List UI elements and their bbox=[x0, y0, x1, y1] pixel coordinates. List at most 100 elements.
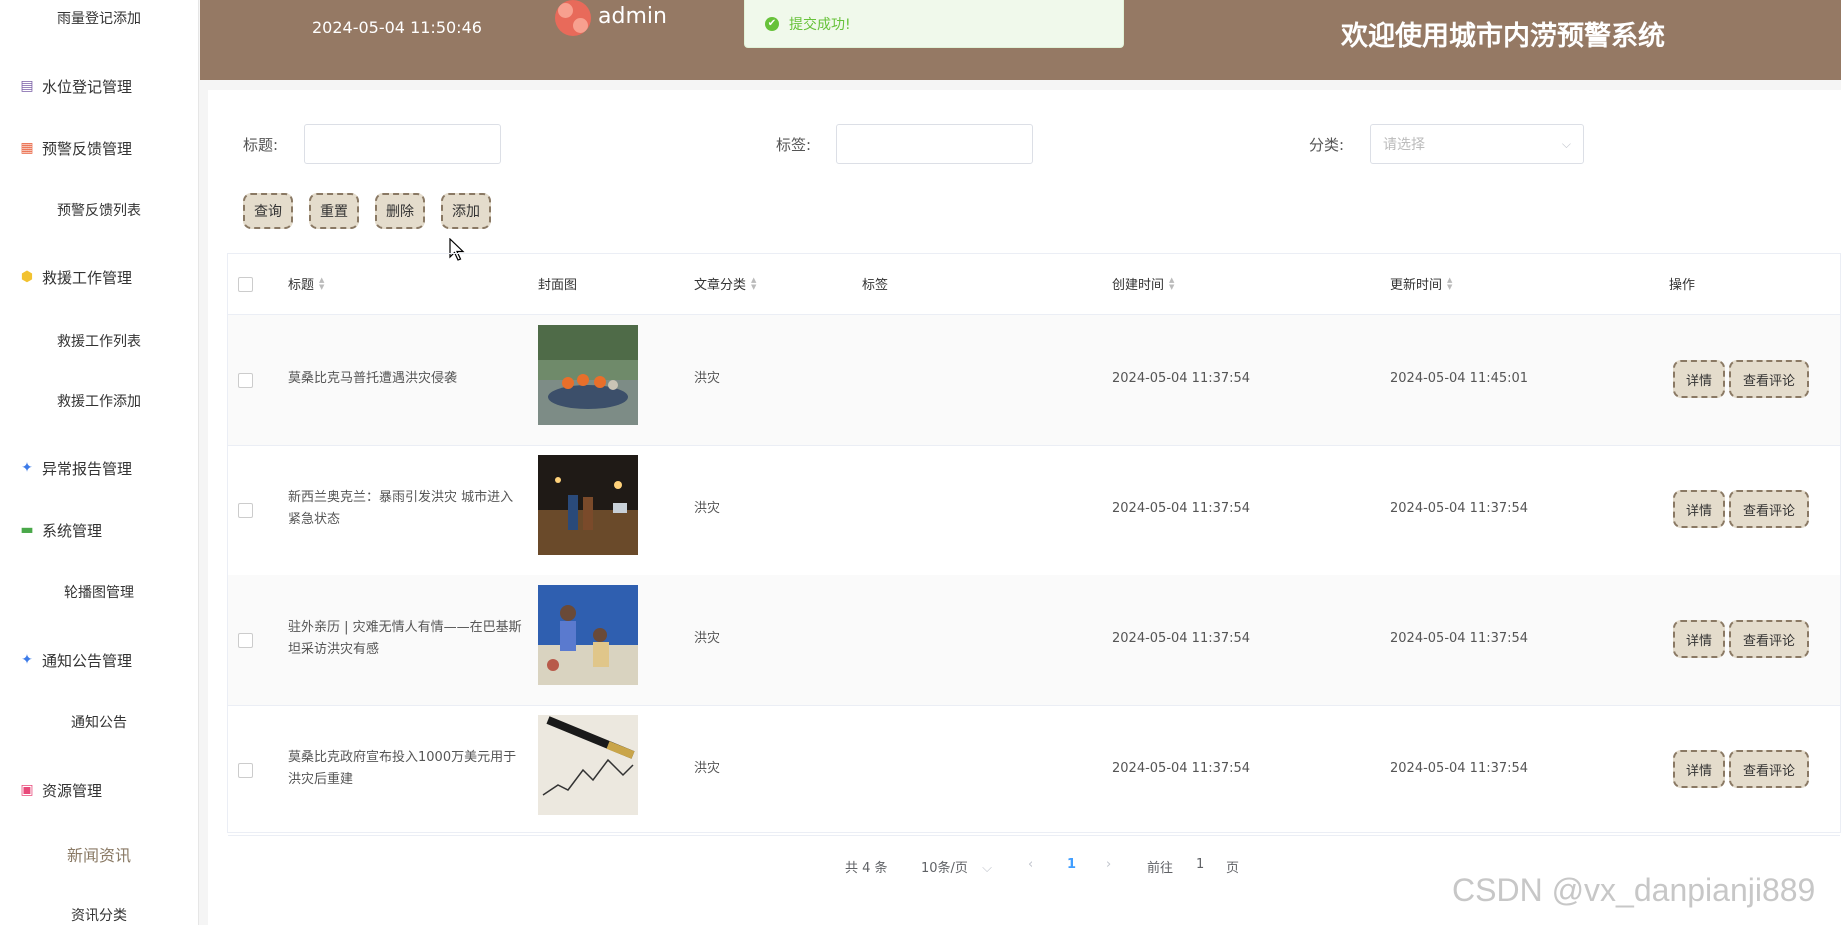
grid-icon: ▦ bbox=[20, 140, 34, 156]
tag-filter-input[interactable] bbox=[836, 124, 1033, 164]
select-all-checkbox[interactable] bbox=[238, 277, 253, 292]
detail-button[interactable]: 详情 bbox=[1673, 620, 1725, 658]
sidebar-item-label: 资源管理 bbox=[42, 781, 103, 800]
sidebar-item[interactable]: 雨量登记添加 bbox=[0, 3, 198, 33]
view-comments-button[interactable]: 查看评论 bbox=[1729, 620, 1809, 658]
table-row: 新西兰奥克兰：暴雨引发洪灾 城市进入紧急状态 洪灾 2024-05-04 11:37… bbox=[228, 445, 1840, 576]
column-title-label: 标题 bbox=[288, 278, 315, 293]
row-title: 新西兰奥克兰：暴雨引发洪灾 城市进入紧急状态 bbox=[288, 490, 514, 527]
check-circle-icon: ✔ bbox=[765, 16, 779, 31]
column-tags-label: 标签 bbox=[862, 278, 889, 293]
header-datetime: 2024-05-04 11:50:46 bbox=[312, 18, 482, 37]
delete-button[interactable]: 删除 bbox=[375, 193, 425, 229]
sidebar-item-label: 救援工作列表 bbox=[57, 334, 141, 350]
sidebar-item-label: 雨量登记添加 bbox=[57, 11, 141, 27]
row-checkbox[interactable] bbox=[238, 633, 253, 648]
sidebar-item-label: 水位登记管理 bbox=[42, 77, 133, 96]
sort-icon[interactable]: ▲ ▼ bbox=[1447, 276, 1452, 291]
sidebar-item-label: 异常报告管理 bbox=[42, 459, 133, 478]
category-filter-label: 分类: bbox=[1309, 136, 1345, 154]
chevron-down-icon: ⌵ bbox=[982, 861, 992, 876]
row-title: 驻外亲历 | 灾难无情人有情——在巴基斯坦采访洪灾有感 bbox=[288, 620, 522, 657]
view-comments-button[interactable]: 查看评论 bbox=[1729, 360, 1809, 398]
column-actions-label: 操作 bbox=[1669, 278, 1696, 293]
site-title: 欢迎使用城市内涝预警系统 bbox=[1341, 21, 1665, 52]
sidebar-item[interactable]: ▦ 预警反馈管理 bbox=[0, 133, 198, 163]
cover-image bbox=[538, 585, 638, 685]
sort-icon[interactable]: ▲ ▼ bbox=[319, 276, 324, 291]
view-comments-button[interactable]: 查看评论 bbox=[1729, 750, 1809, 788]
detail-button[interactable]: 详情 bbox=[1673, 750, 1725, 788]
category-select[interactable]: 请选择 ⌵ bbox=[1370, 124, 1584, 164]
title-filter-input[interactable] bbox=[304, 124, 501, 164]
star-icon: ✦ bbox=[21, 652, 33, 668]
sidebar-item[interactable]: 预警反馈列表 bbox=[0, 195, 198, 225]
add-button[interactable]: 添加 bbox=[441, 193, 491, 229]
sidebar-item[interactable]: ▣ 资源管理 bbox=[0, 775, 198, 805]
row-checkbox[interactable] bbox=[238, 763, 253, 778]
sidebar-item[interactable]: 救援工作列表 bbox=[0, 326, 198, 356]
column-cover-label: 封面图 bbox=[538, 278, 578, 293]
news-table: 标题 ▲ ▼ 封面图 文章分类 ▲ ▼ 标签 创建时间 ▲ ▼ 更新时间 ▲ ▼ 操作 莫桑比克… bbox=[227, 253, 1841, 836]
sort-icon[interactable]: ▲ ▼ bbox=[1169, 276, 1174, 291]
row-updated: 2024-05-04 11:37:54 bbox=[1390, 631, 1529, 646]
column-created[interactable]: 创建时间 ▲ ▼ bbox=[1112, 274, 1174, 293]
sidebar-item[interactable]: 通知公告 bbox=[0, 707, 198, 737]
sidebar-item[interactable]: 资讯分类 bbox=[0, 900, 198, 925]
row-created: 2024-05-04 11:37:54 bbox=[1112, 371, 1251, 386]
query-button[interactable]: 查询 bbox=[243, 193, 293, 229]
table-row: 莫桑比克政府宣布投入1000万美元用于洪灾后重建 洪灾 2024-05-04 11:… bbox=[228, 705, 1840, 836]
column-updated-label: 更新时间 bbox=[1390, 278, 1443, 293]
row-updated: 2024-05-04 11:37:54 bbox=[1390, 501, 1529, 516]
sidebar-item[interactable]: 新闻资讯 bbox=[0, 839, 198, 869]
avatar[interactable] bbox=[555, 0, 591, 36]
sidebar-item[interactable]: 救援工作添加 bbox=[0, 386, 198, 416]
page-number-current[interactable]: 1 bbox=[1067, 857, 1076, 872]
detail-button[interactable]: 详情 bbox=[1673, 490, 1725, 528]
cover-image bbox=[538, 325, 638, 425]
sort-icon[interactable]: ▲ ▼ bbox=[751, 276, 756, 291]
detail-button[interactable]: 详情 bbox=[1673, 360, 1725, 398]
table-row: 莫桑比克马普托遭遇洪灾侵袭 洪灾 2024-05-04 11:37:54 2024-0… bbox=[228, 315, 1840, 446]
column-category-label: 文章分类 bbox=[694, 278, 747, 293]
view-comments-button[interactable]: 查看评论 bbox=[1729, 490, 1809, 528]
column-updated[interactable]: 更新时间 ▲ ▼ bbox=[1390, 274, 1452, 293]
sidebar-item[interactable]: ✦ 通知公告管理 bbox=[0, 645, 198, 675]
message-icon: ▬ bbox=[20, 522, 34, 538]
reset-button[interactable]: 重置 bbox=[309, 193, 359, 229]
sidebar-item[interactable]: ✦ 异常报告管理 bbox=[0, 453, 198, 483]
watermark: CSDN @vx_danpianji889 bbox=[1452, 872, 1816, 908]
sidebar-item[interactable]: ▤ 水位登记管理 bbox=[0, 71, 198, 101]
header-username[interactable]: admin bbox=[598, 4, 667, 29]
cover-image bbox=[538, 455, 638, 555]
next-page-icon[interactable]: › bbox=[1106, 857, 1111, 872]
column-title[interactable]: 标题 ▲ ▼ bbox=[288, 274, 324, 293]
sidebar-item[interactable]: ▬ 系统管理 bbox=[0, 515, 198, 545]
pagination-total: 共 4 条 bbox=[845, 861, 888, 876]
sidebar-item-label: 预警反馈列表 bbox=[57, 203, 141, 219]
sidebar-item[interactable]: ⬢ 救援工作管理 bbox=[0, 262, 198, 292]
sidebar-item-label: 预警反馈管理 bbox=[42, 139, 133, 158]
goto-suffix: 页 bbox=[1226, 861, 1240, 876]
goto-page-input[interactable]: 1 bbox=[1196, 857, 1204, 872]
goto-prefix: 前往 bbox=[1147, 861, 1174, 876]
row-checkbox[interactable] bbox=[238, 503, 253, 518]
sidebar-item[interactable]: 轮播图管理 bbox=[0, 577, 198, 607]
sidebar: 雨量登记添加 ▤ 水位登记管理 ▦ 预警反馈管理预警反馈列表 ⬢ 救援工作管理救援工作列表救… bbox=[0, 0, 199, 925]
column-cover: 封面图 bbox=[538, 274, 577, 293]
column-category[interactable]: 文章分类 ▲ ▼ bbox=[694, 274, 756, 293]
category-select-placeholder: 请选择 bbox=[1383, 137, 1425, 153]
chevron-down-icon: ⌵ bbox=[1561, 136, 1571, 151]
tag-filter-label: 标签: bbox=[776, 136, 812, 154]
row-title: 莫桑比克政府宣布投入1000万美元用于洪灾后重建 bbox=[288, 750, 517, 787]
sidebar-item-label: 救援工作添加 bbox=[57, 394, 141, 410]
sidebar-item-label: 新闻资讯 bbox=[66, 846, 131, 865]
page-size-select[interactable]: 10条/页 ⌵ bbox=[921, 857, 992, 876]
star-icon: ✦ bbox=[21, 460, 33, 476]
sidebar-item-label: 系统管理 bbox=[42, 521, 103, 540]
sidebar-item-label: 轮播图管理 bbox=[64, 585, 134, 601]
cube-icon: ⬢ bbox=[20, 269, 34, 285]
archive-icon: ▤ bbox=[20, 78, 34, 94]
row-checkbox[interactable] bbox=[238, 373, 253, 388]
prev-page-icon[interactable]: ‹ bbox=[1028, 857, 1033, 872]
